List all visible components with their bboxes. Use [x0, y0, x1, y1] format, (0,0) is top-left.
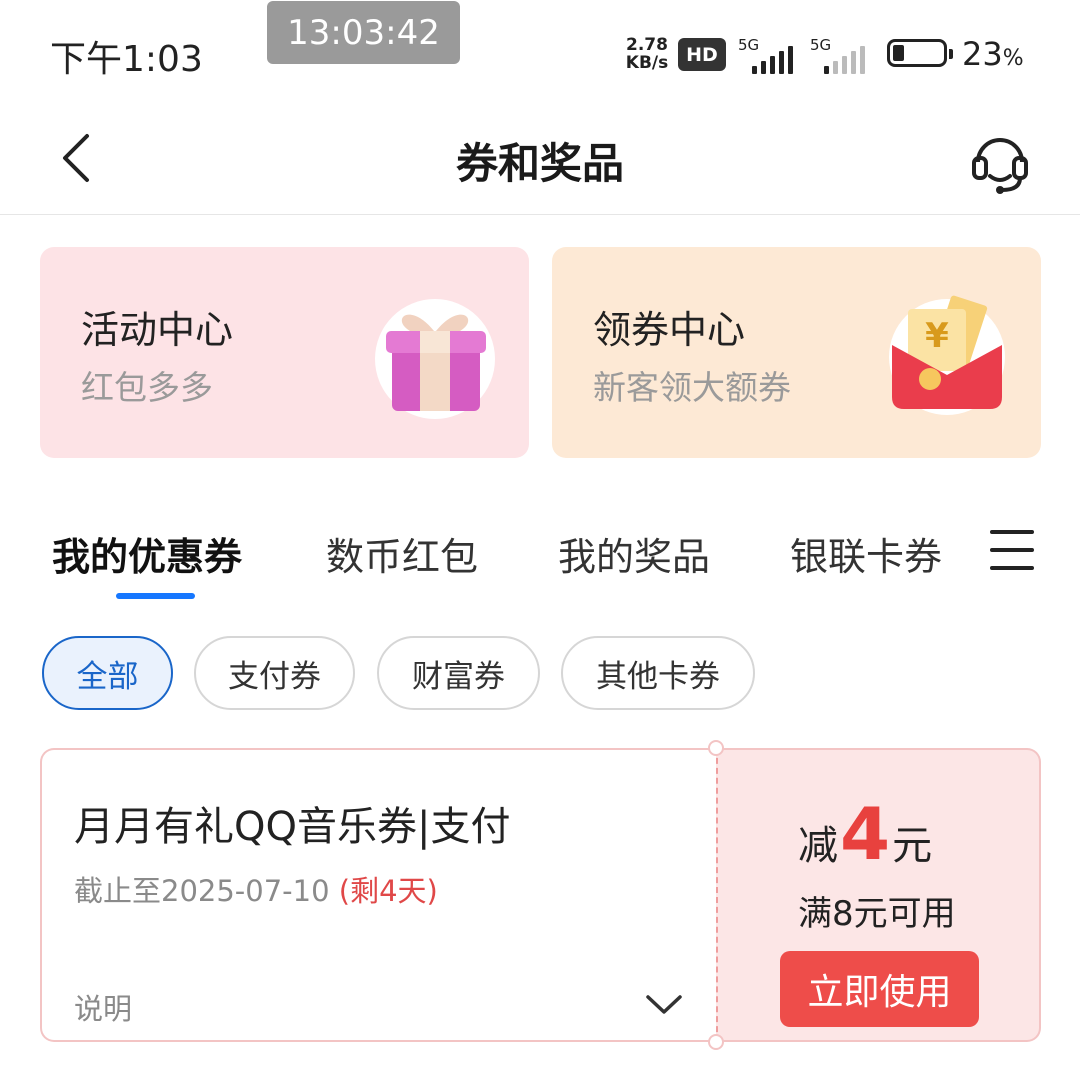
tab-my-coupons[interactable]: 我的优惠券	[52, 526, 242, 581]
tab-digital-red-packets[interactable]: 数币红包	[326, 526, 478, 581]
tabs-menu-button[interactable]	[990, 530, 1034, 574]
coupon-center-title: 领券中心	[593, 308, 746, 352]
status-time: 下午1:03	[50, 39, 203, 80]
coupon-condition: 满8元可用	[798, 894, 956, 934]
battery-percent-value: 23	[962, 35, 1003, 73]
activity-center-subtitle: 红包多多	[81, 368, 213, 407]
coupon-center-card[interactable]: 领券中心 新客领大额券 ¥	[552, 247, 1041, 458]
chevron-down-icon	[646, 995, 682, 1014]
clock-overlay: 13:03:42	[267, 1, 460, 64]
battery-percent: 23%	[962, 35, 1024, 73]
filter-other-cards[interactable]: 其他卡券	[561, 636, 755, 710]
active-tab-indicator	[116, 593, 195, 599]
coupon-title: 月月有礼QQ音乐券|支付	[74, 804, 511, 850]
filter-wealth[interactable]: 财富券	[377, 636, 540, 710]
network-speed-unit: KB/s	[625, 53, 669, 73]
coupon-notch-top	[708, 740, 724, 756]
coupon-notch-bottom	[708, 1034, 724, 1050]
category-tabs: 我的优惠券 数币红包 我的奖品 银联卡券	[0, 520, 1080, 610]
network-speed: 2.78 KB/s	[622, 36, 672, 72]
battery-percent-sign: %	[1002, 46, 1024, 71]
tab-my-prizes[interactable]: 我的奖品	[558, 526, 710, 581]
coupon-card: 月月有礼QQ音乐券|支付 截止至2025-07-10 (剩4天) 说明 减4元 …	[40, 740, 1041, 1050]
filter-all[interactable]: 全部	[42, 636, 173, 710]
coupon-discount: 减4元	[798, 792, 932, 876]
tab-unionpay-cards[interactable]: 银联卡券	[790, 526, 942, 581]
svg-text:¥: ¥	[925, 316, 949, 356]
activity-center-title: 活动中心	[81, 308, 234, 352]
gift-box-icon	[375, 299, 495, 419]
activity-center-card[interactable]: 活动中心 红包多多	[40, 247, 529, 458]
discount-amount: 4	[840, 792, 891, 876]
page-title: 券和奖品	[455, 139, 624, 188]
coupon-info: 月月有礼QQ音乐券|支付 截止至2025-07-10 (剩4天) 说明	[40, 748, 716, 1042]
red-envelope-icon: ¥	[889, 295, 1005, 415]
coupon-expiry: 截止至2025-07-10 (剩4天)	[74, 868, 438, 910]
coupon-expiry-date: 截止至2025-07-10	[74, 874, 330, 908]
discount-prefix: 减	[798, 823, 838, 869]
filter-payment[interactable]: 支付券	[194, 636, 355, 710]
discount-unit: 元	[892, 823, 933, 869]
use-now-button[interactable]: 立即使用	[780, 951, 979, 1027]
status-bar: 下午1:03 13:03:42 2.78 KB/s HD 5G 5G 23%	[0, 0, 1080, 110]
coupon-description-toggle[interactable]: 说明	[74, 986, 132, 1028]
hd-badge: HD	[678, 38, 726, 71]
page-header: 券和奖品	[0, 110, 1080, 215]
coupon-value-panel: 减4元 满8元可用 立即使用	[716, 748, 1041, 1042]
battery-fill	[893, 45, 904, 61]
coupon-center-subtitle: 新客领大额券	[593, 368, 791, 407]
coupon-days-remaining: (剩4天)	[338, 874, 438, 908]
expand-description-button[interactable]	[642, 988, 686, 1020]
network-speed-value: 2.78	[626, 35, 668, 55]
customer-service-button[interactable]	[968, 128, 1032, 198]
headset-icon	[972, 138, 1028, 194]
battery-icon	[887, 39, 953, 67]
menu-icon	[990, 530, 1034, 570]
